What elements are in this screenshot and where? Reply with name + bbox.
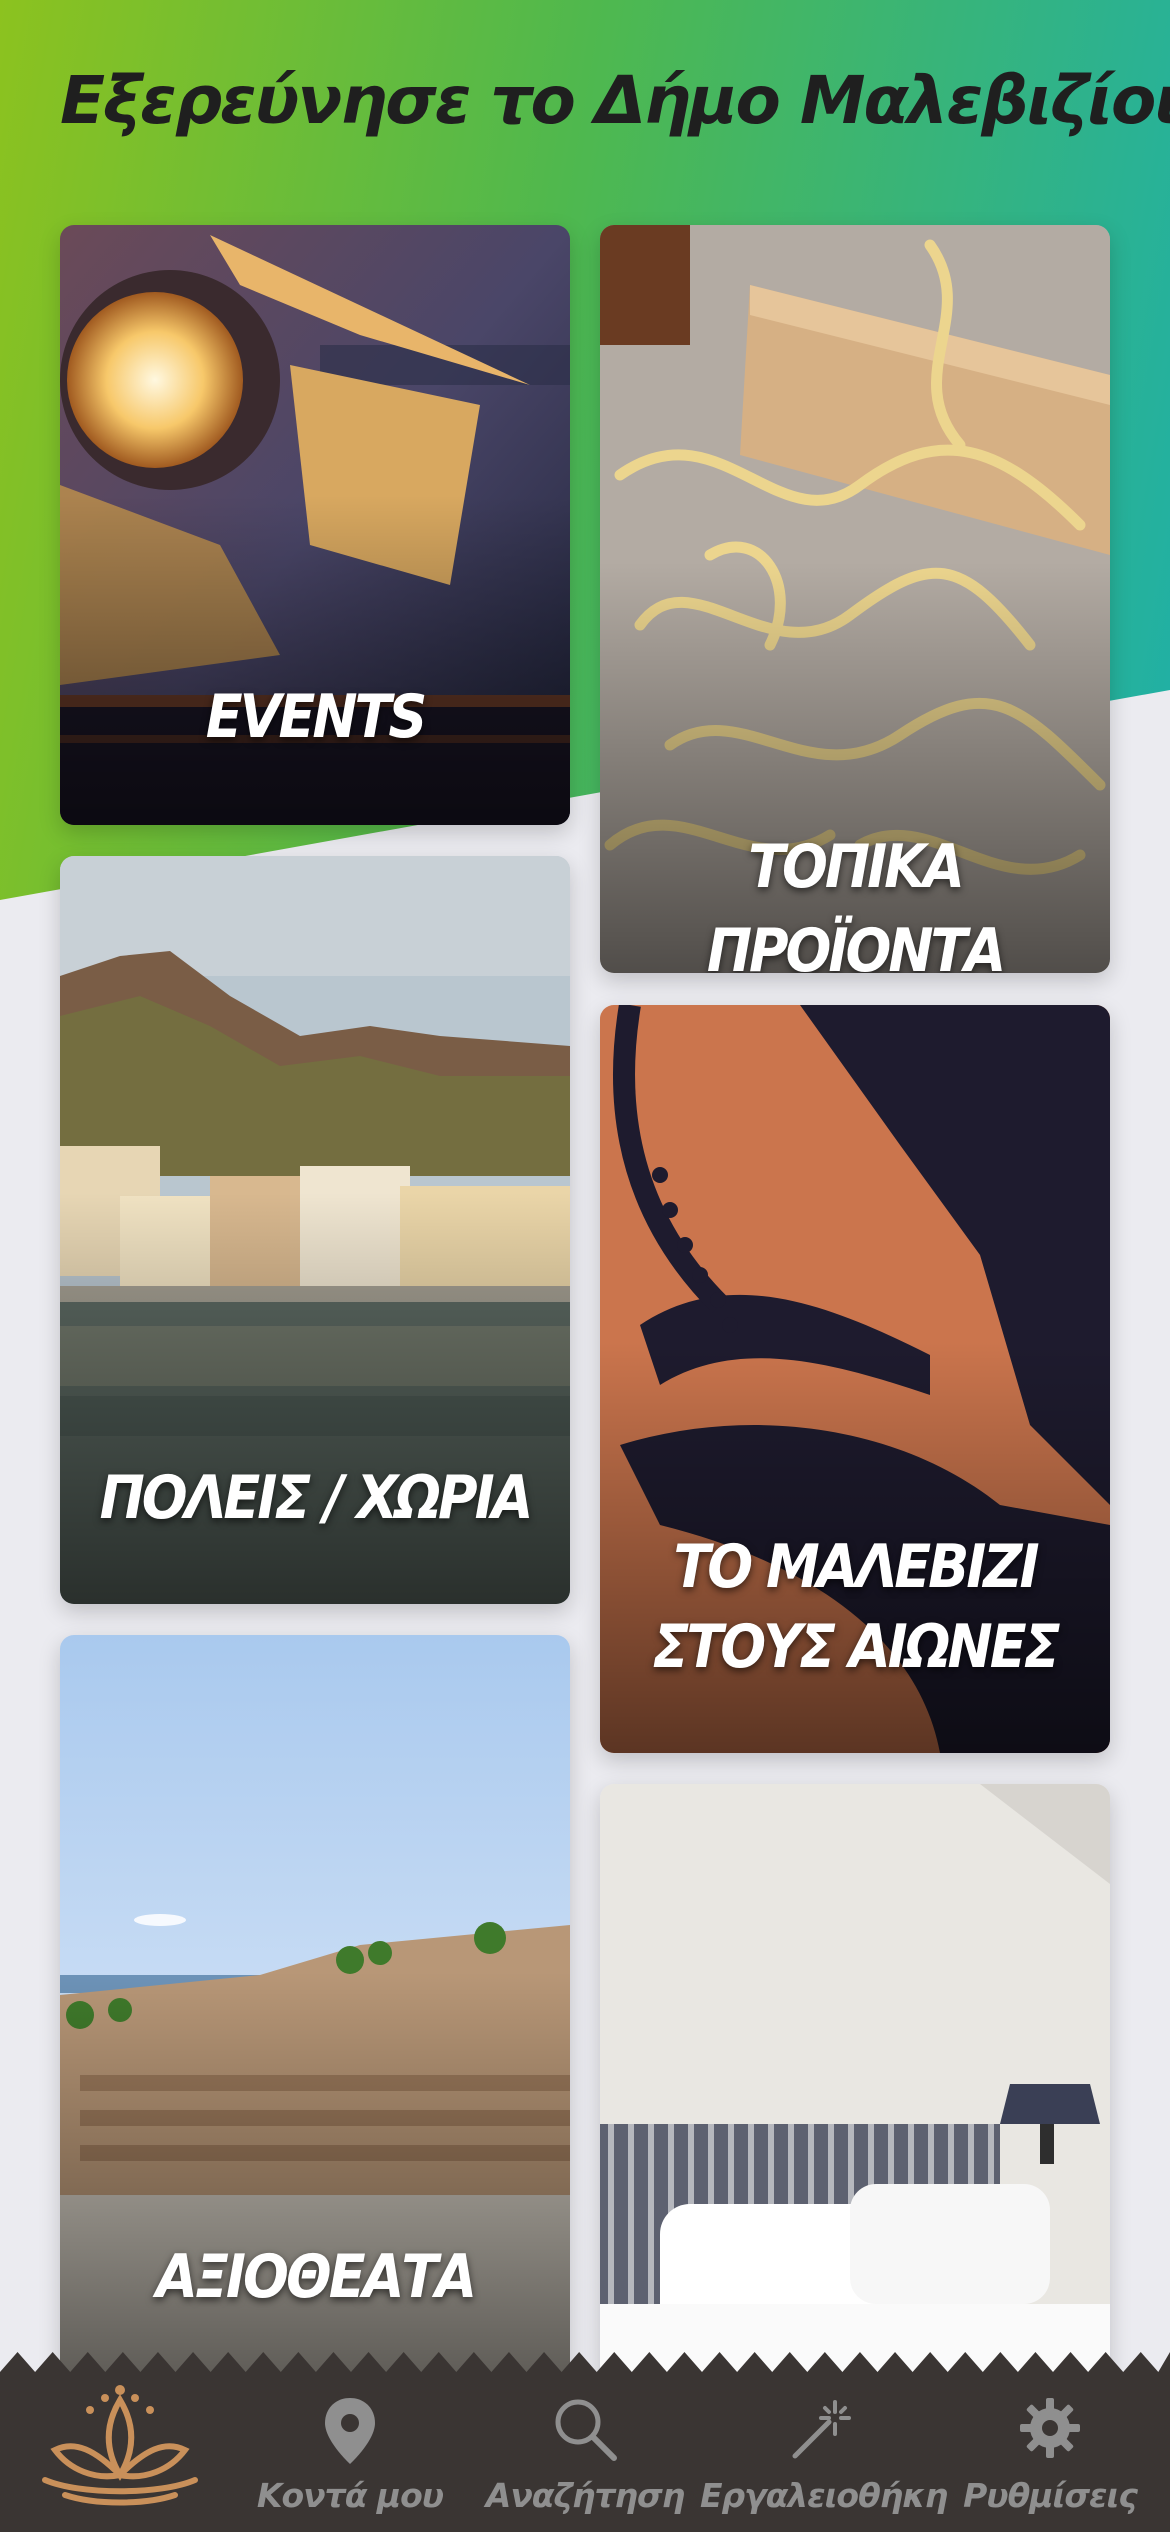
card-label-line1: ΤΟ ΜΑΛΕΒΙΖΙ <box>673 1532 1039 1602</box>
card-label: EVENTS <box>205 682 427 752</box>
card-events[interactable]: EVENTS <box>60 225 570 825</box>
location-pin-icon <box>325 2398 375 2464</box>
magic-wand-icon <box>792 2400 851 2459</box>
nav-item-search[interactable]: Αναζήτηση <box>470 2352 700 2532</box>
nav-item-nearby[interactable]: Κοντά μου <box>240 2352 460 2532</box>
card-local-products[interactable]: ΤΟΠΙΚΑ ΠΡΟΪΟΝΤΑ <box>600 225 1110 973</box>
card-label: ΤΟΠΙΚΑ ΠΡΟΪΟΝΤΑ <box>706 832 1006 973</box>
nav-item-settings[interactable]: Ρυθμίσεις <box>950 2352 1150 2532</box>
search-icon <box>555 2399 617 2461</box>
home-logo-button[interactable] <box>20 2352 220 2532</box>
card-label-line2: ΣΤΟΥΣ ΑΙΩΝΕΣ <box>652 1612 1060 1682</box>
bottom-navigation: Κοντά μου Αναζήτηση Εργαλειοθήκη Ρυθμίσε… <box>0 2352 1170 2532</box>
page-title: Εξερεύνησε το Δήμο Μαλεβιζίου <box>60 62 1170 139</box>
nav-label: Αναζήτηση <box>485 2476 685 2515</box>
card-label: ΑΞΙΟΘΕΑΤΑ <box>156 2242 477 2312</box>
card-malevizi-through-ages[interactable]: ΤΟ ΜΑΛΕΒΙΖΙ ΣΤΟΥΣ ΑΙΩΝΕΣ <box>600 1005 1110 1753</box>
nav-label: Εργαλειοθήκη <box>700 2476 948 2515</box>
gear-icon <box>1020 2398 1080 2458</box>
card-sights[interactable]: ΑΞΙΟΘΕΑΤΑ <box>60 1635 570 2383</box>
malevizi-logo-icon <box>42 2385 198 2506</box>
nav-item-toolbox[interactable]: Εργαλειοθήκη <box>700 2352 948 2532</box>
nav-label: Ρυθμίσεις <box>963 2476 1138 2515</box>
card-label: ΠΟΛΕΙΣ / ΧΩΡΙΑ <box>99 1463 534 1533</box>
nav-label: Κοντά μου <box>256 2476 444 2515</box>
card-towns-villages[interactable]: ΠΟΛΕΙΣ / ΧΩΡΙΑ <box>60 856 570 1604</box>
